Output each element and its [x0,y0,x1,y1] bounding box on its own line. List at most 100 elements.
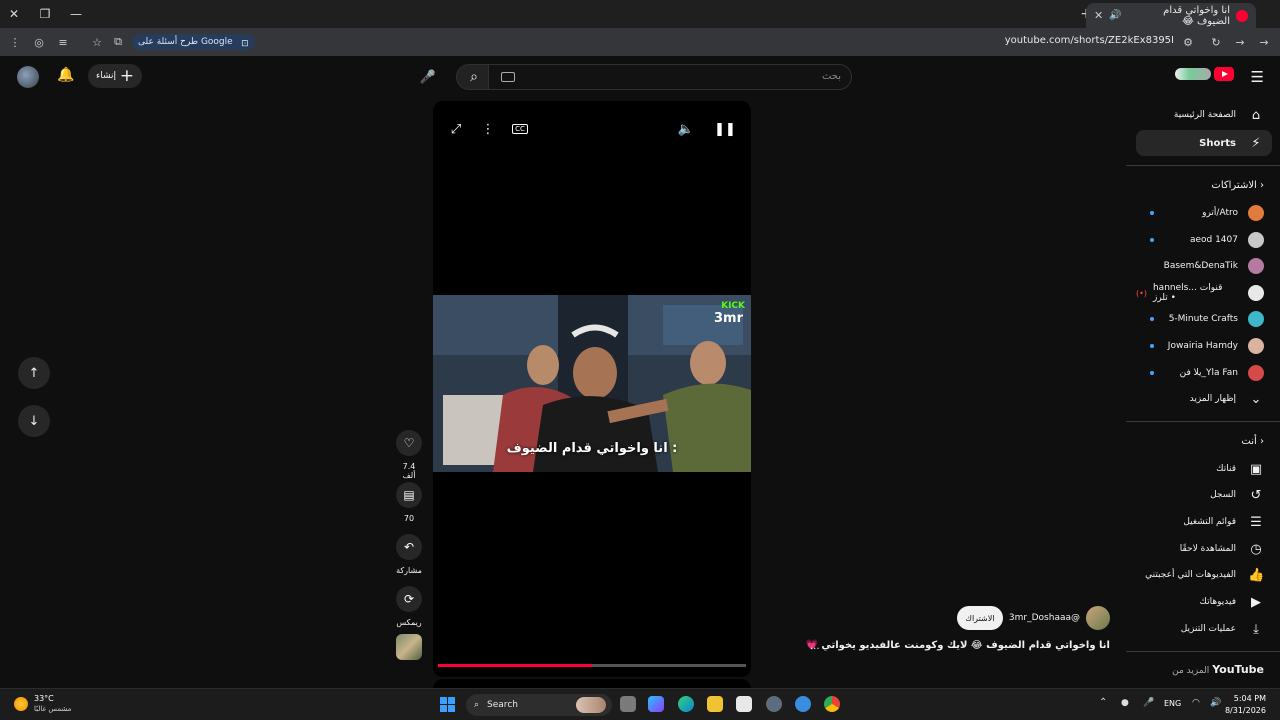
taskbar-search[interactable]: ⌕ Search [466,694,612,716]
captions-icon[interactable]: CC [510,119,530,139]
subscription-item[interactable]: يلا فن_Yla Fan [1136,360,1272,386]
google-lens-icon[interactable]: ⧉ [110,34,126,50]
create-button[interactable]: إنشاء + [88,64,142,88]
subscription-name: aeod 1407 [1189,235,1238,245]
sidebar-item-shorts[interactable]: Shorts ⚡ [1136,130,1272,156]
channel-icon: ▣ [1249,461,1263,477]
you-heading[interactable]: أنت › [1241,436,1264,447]
voice-search-mic-icon[interactable]: 🎤 [416,64,440,90]
next-short-button[interactable]: ↓ [18,405,50,437]
sidebar-item-label: عمليات التنزيل [1180,624,1236,634]
subscriptions-heading[interactable]: الاشتراكات › [1211,180,1264,191]
fullscreen-icon[interactable]: ⤢ [446,119,466,139]
edge-icon[interactable] [678,696,694,712]
close-window-icon[interactable]: ✕ [4,4,24,24]
previous-short-button[interactable]: ↑ [18,357,50,389]
remix-button[interactable]: ⟳ ريمكس [396,586,422,627]
keyboard-icon[interactable] [501,72,515,82]
hamburger-menu-icon[interactable]: ☰ [1251,68,1264,86]
more-options-icon[interactable]: ⋮ [478,119,498,139]
channel-name[interactable]: @3mr_Doshaaa [1009,613,1080,623]
tab-audio-icon[interactable]: 🔊 [1109,10,1121,21]
file-explorer-icon[interactable] [707,696,723,712]
show-more-button[interactable]: إظهار المزيد ⌄ [1136,386,1272,412]
sidebar-item-watch-later[interactable]: المشاهدة لاحقًا ◷ [1136,536,1272,562]
tab-active[interactable]: انا واخواتي قدام الضيوف 😂 🔊 ✕ [1086,3,1256,28]
share-button[interactable]: ↶ مشاركة [396,534,422,575]
ask-google-chip[interactable]: طرح أسئلة على Google ⊡ [132,34,255,50]
task-view-icon[interactable] [620,696,636,712]
search-icon: ⌕ [470,69,478,85]
pause-icon[interactable]: ❚❚ [714,119,736,139]
chrome-icon[interactable] [824,696,840,712]
progress-bar[interactable] [438,664,746,667]
side-panel-icon[interactable]: ≡ [55,34,71,50]
restore-window-icon[interactable]: ❐ [35,4,55,24]
channel-row: @3mr_Doshaaa الاشتراك [956,606,1110,630]
subscription-item[interactable]: أترو/Atro [1136,200,1272,226]
network-app-icon[interactable]: ● [1121,698,1129,708]
start-button[interactable] [440,697,455,712]
sidebar-item-playlists[interactable]: قوائم التشغيل ☰ [1136,509,1272,535]
subscribe-button[interactable]: الاشتراك [956,606,1003,630]
like-button[interactable]: ♡ 7.4 ألف [396,430,422,480]
search-button[interactable]: ⌕ [456,64,492,90]
channel-avatar[interactable] [1086,606,1110,630]
back-icon[interactable]: → [1256,34,1272,50]
sidebar-item-history[interactable]: السجل ↺ [1136,482,1272,508]
subscription-item[interactable]: aeod 1407 [1136,227,1272,253]
weather-sun-icon[interactable] [14,697,28,711]
wifi-icon[interactable]: ◠ [1192,698,1200,708]
sidebar-item-downloads[interactable]: عمليات التنزيل ⤓ [1136,616,1272,642]
forward-icon[interactable]: → [1232,34,1248,50]
sidebar-item-label: المشاهدة لاحقًا [1179,544,1236,554]
shorts-icon: ⚡ [1251,135,1261,151]
bookmark-star-icon[interactable]: ☆ [89,34,105,50]
downloads-icon: ⤓ [1253,621,1259,637]
channel-avatar [1248,285,1264,301]
search-input[interactable]: بحث [488,64,852,90]
sound-thumbnail[interactable] [396,634,422,660]
windows-taskbar: 33°C مشمس غالبًا ⌕ Search ⌃ ● 🎤 ENG ◠ 🔊 … [0,688,1280,720]
mic-icon[interactable]: 🎤 [1143,698,1154,708]
site-settings-icon[interactable]: ⚙ [1180,34,1196,50]
sidebar-item-liked-videos[interactable]: الفيديوهات التي أعجبتني 👍 [1136,562,1272,588]
new-content-dot [1150,211,1154,215]
clock-time[interactable]: 5:04 PM [1234,694,1266,703]
notifications-bell-icon[interactable]: 🔔 [57,67,74,83]
minimize-window-icon[interactable]: — [66,4,86,24]
sidebar-item-your-videos[interactable]: فيديوهاتك ▶ [1136,589,1272,615]
chevron-down-icon: ⌄ [1250,391,1262,407]
account-avatar[interactable] [17,66,39,88]
subscription-item[interactable]: Jowairia Hamdy [1136,333,1272,359]
subscription-name: Jowairia Hamdy [1167,341,1238,351]
shorts-player[interactable]: ⤢ ⋮ CC 🔈 ❚❚ KICK 3mr انا واخواتي قدام ال… [433,101,751,677]
url-field[interactable]: youtube.com/shorts/ZE2kEx8395I [1005,35,1174,46]
subscription-item[interactable]: (•) hannels... قنوات تلرز • [1136,280,1272,306]
language-indicator[interactable]: ENG [1164,699,1181,708]
browser-menu-icon[interactable]: ⋮ [7,34,23,50]
app-icon[interactable] [795,696,811,712]
title-more-button[interactable]: ... [810,641,820,652]
more-from-label: المزيد من [1172,666,1210,676]
channel-avatar [1248,205,1264,221]
sidebar-item-label: Shorts [1199,137,1236,149]
subscription-item[interactable]: Basem&DenaTik [1136,253,1272,279]
store-icon[interactable] [736,696,752,712]
youtube-logo[interactable] [1175,67,1234,81]
subscription-item[interactable]: 5-Minute Crafts [1136,306,1272,332]
volume-icon[interactable]: 🔊 [1210,698,1221,708]
volume-icon[interactable]: 🔈 [676,119,696,139]
comments-button[interactable]: ▤ 70 [396,482,422,523]
settings-icon[interactable] [766,696,782,712]
sidebar-item-your-channel[interactable]: قناتك ▣ [1136,456,1272,482]
lens-icon: ⊡ [241,39,249,49]
subscription-name: أترو/Atro [1202,208,1238,218]
profile-icon[interactable]: ◎ [31,34,47,50]
reload-icon[interactable]: ↻ [1208,34,1224,50]
copilot-icon[interactable] [648,696,664,712]
chevron-up-icon[interactable]: ⌃ [1099,697,1107,708]
sidebar-item-home[interactable]: الصفحة الرئيسية ⌂ [1136,102,1272,128]
clock-date[interactable]: 8/31/2026 [1225,706,1266,715]
tab-close-icon[interactable]: ✕ [1094,9,1103,22]
